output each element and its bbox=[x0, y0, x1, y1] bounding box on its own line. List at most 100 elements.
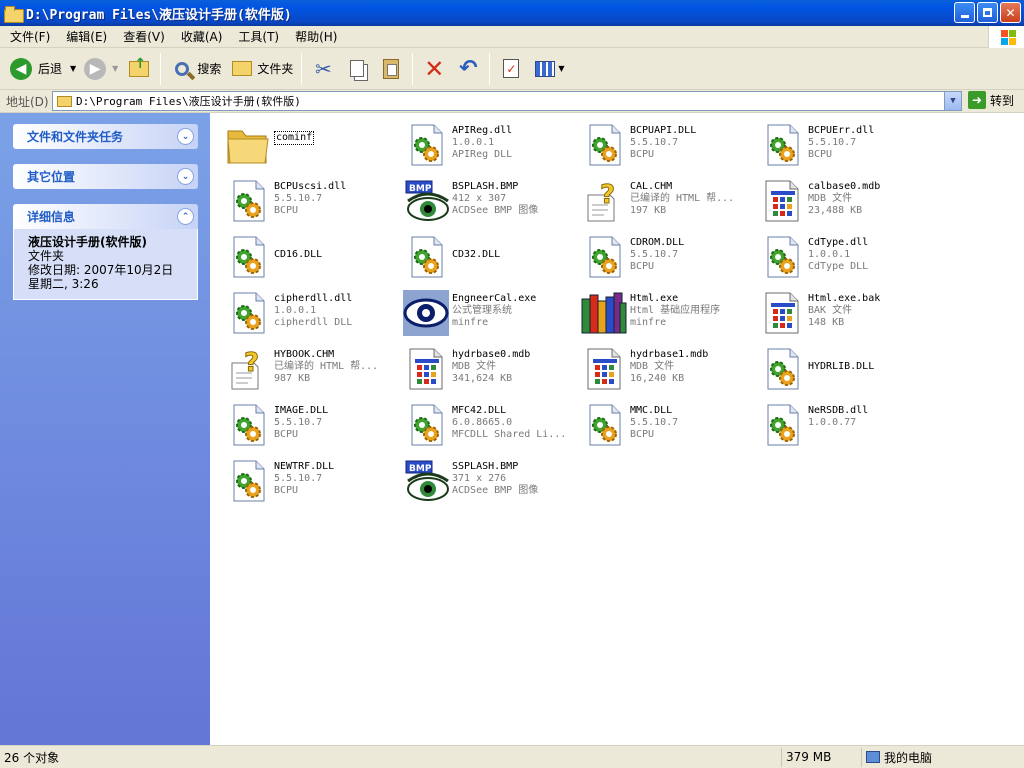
back-dropdown-icon: ▼ bbox=[70, 64, 77, 73]
file-item[interactable]: cominf bbox=[216, 117, 394, 173]
copy-button[interactable] bbox=[340, 51, 374, 87]
file-item-text: cipherdll.dll 1.0.0.1 cipherdll DLL bbox=[274, 293, 392, 329]
undo-icon: ↶ bbox=[459, 56, 478, 81]
file-name: cominf bbox=[274, 131, 315, 145]
file-name: BCPUErr.dll bbox=[808, 125, 875, 136]
file-item-text: CD16.DLL bbox=[274, 249, 392, 261]
file-item[interactable]: HYDRLIB.DLL bbox=[750, 341, 928, 397]
file-tasks-panel: 文件和文件夹任务 ⌄ bbox=[13, 124, 198, 149]
up-button[interactable]: ↑ bbox=[122, 51, 156, 87]
file-item[interactable]: MFC42.DLL 6.0.8665.0 MFCDLL Shared Li... bbox=[394, 397, 572, 453]
address-input[interactable]: D:\Program Files\液压设计手册(软件版) ▼ bbox=[52, 91, 962, 111]
file-item[interactable]: BCPUErr.dll 5.5.10.7 BCPU bbox=[750, 117, 928, 173]
views-icon bbox=[532, 56, 558, 82]
other-places-header[interactable]: 其它位置 ⌄ bbox=[13, 164, 198, 189]
file-detail-2: 341,624 KB bbox=[452, 373, 513, 384]
file-item[interactable]: calbase0.mdb MDB 文件 23,488 KB bbox=[750, 173, 928, 229]
file-item[interactable]: NEWTRF.DLL 5.5.10.7 BCPU bbox=[216, 453, 394, 509]
file-item[interactable]: EngneerCal.exe 公式管理系统 minfre bbox=[394, 285, 572, 341]
forward-dropdown-icon: ▼ bbox=[112, 64, 119, 73]
file-detail-2: BCPU bbox=[630, 429, 655, 440]
menu-file[interactable]: 文件(F) bbox=[2, 26, 58, 48]
file-item[interactable]: hydrbase0.mdb MDB 文件 341,624 KB bbox=[394, 341, 572, 397]
file-name: Html.exe bbox=[630, 293, 679, 304]
file-detail-1: 5.5.10.7 bbox=[630, 249, 679, 260]
file-item-text: BSPLASH.BMP 412 x 307 ACDSee BMP 图像 bbox=[452, 181, 570, 217]
delete-button[interactable]: ✕ bbox=[417, 51, 451, 87]
dll-icon bbox=[224, 233, 272, 281]
dll-icon bbox=[224, 177, 272, 225]
file-item[interactable]: CdType.dll 1.0.0.1 CdType DLL bbox=[750, 229, 928, 285]
dll-icon bbox=[224, 401, 272, 449]
file-item[interactable]: BMP BSPLASH.BMP 412 x 307 ACDSee BMP 图像 bbox=[394, 173, 572, 229]
properties-icon: ✓ bbox=[498, 56, 524, 82]
file-name: APIReg.dll bbox=[452, 125, 513, 136]
address-label: 地址(D) bbox=[6, 94, 49, 109]
menu-help[interactable]: 帮助(H) bbox=[287, 26, 345, 48]
chm-icon: ? bbox=[224, 345, 272, 393]
file-item[interactable]: Html.exe Html 基础应用程序 minfre bbox=[572, 285, 750, 341]
back-button[interactable]: ◀ 后退 ▼ bbox=[6, 51, 80, 87]
forward-button[interactable]: ▶ ▼ bbox=[80, 51, 122, 87]
file-item[interactable]: MMC.DLL 5.5.10.7 BCPU bbox=[572, 397, 750, 453]
file-item[interactable]: hydrbase1.mdb MDB 文件 16,240 KB bbox=[572, 341, 750, 397]
views-button[interactable]: ▼ bbox=[528, 51, 568, 87]
file-item-text: BCPUAPI.DLL 5.5.10.7 BCPU bbox=[630, 125, 748, 161]
dll-icon bbox=[758, 121, 806, 169]
file-item[interactable]: CD32.DLL bbox=[394, 229, 572, 285]
file-item-text: hydrbase1.mdb MDB 文件 16,240 KB bbox=[630, 349, 748, 385]
file-name: hydrbase1.mdb bbox=[630, 349, 709, 360]
dll-icon bbox=[402, 233, 450, 281]
file-item-text: MFC42.DLL 6.0.8665.0 MFCDLL Shared Li... bbox=[452, 405, 570, 441]
folders-button[interactable]: 文件夹 bbox=[225, 51, 297, 87]
search-button[interactable]: 搜索 bbox=[165, 51, 225, 87]
file-item[interactable]: BCPUscsi.dll 5.5.10.7 BCPU bbox=[216, 173, 394, 229]
file-item-text: EngneerCal.exe 公式管理系统 minfre bbox=[452, 293, 570, 329]
folder-up-icon: ↑ bbox=[126, 56, 152, 82]
status-bar: 26 个对象 379 MB 我的电脑 bbox=[0, 745, 1024, 768]
title-bar[interactable]: D:\Program Files\液压设计手册(软件版) ✕ bbox=[0, 0, 1024, 26]
collapse-chevron-icon[interactable]: ⌃ bbox=[177, 208, 194, 225]
details-header[interactable]: 详细信息 ⌃ bbox=[13, 204, 198, 229]
file-item[interactable]: CDROM.DLL 5.5.10.7 BCPU bbox=[572, 229, 750, 285]
file-name: BSPLASH.BMP bbox=[452, 181, 519, 192]
address-dropdown-button[interactable]: ▼ bbox=[944, 92, 961, 110]
close-button[interactable]: ✕ bbox=[1000, 2, 1021, 23]
dll-icon bbox=[580, 121, 628, 169]
scissors-icon: ✂ bbox=[314, 56, 332, 81]
file-item[interactable]: Html.exe.bak BAK 文件 148 KB bbox=[750, 285, 928, 341]
menu-favorites[interactable]: 收藏(A) bbox=[173, 26, 231, 48]
file-item[interactable]: BCPUAPI.DLL 5.5.10.7 BCPU bbox=[572, 117, 750, 173]
properties-button[interactable]: ✓ bbox=[494, 51, 528, 87]
menu-edit[interactable]: 编辑(E) bbox=[58, 26, 115, 48]
go-button[interactable]: ➜ 转到 bbox=[968, 91, 1014, 109]
undo-button[interactable]: ↶ bbox=[451, 51, 485, 87]
file-item[interactable]: NeRSDB.dll 1.0.0.77 bbox=[750, 397, 928, 453]
file-name: CD16.DLL bbox=[274, 249, 323, 260]
file-item[interactable]: IMAGE.DLL 5.5.10.7 BCPU bbox=[216, 397, 394, 453]
details-title: 详细信息 bbox=[27, 210, 76, 224]
restore-button[interactable] bbox=[977, 2, 998, 23]
file-detail-1: MDB 文件 bbox=[452, 361, 497, 372]
details-modified-time: 星期二, 3:26 bbox=[28, 277, 99, 291]
file-item[interactable]: CD16.DLL bbox=[216, 229, 394, 285]
minimize-button[interactable] bbox=[954, 2, 975, 23]
file-detail-2: BCPU bbox=[630, 149, 655, 160]
file-item[interactable]: APIReg.dll 1.0.0.1 APIReg DLL bbox=[394, 117, 572, 173]
dll-icon bbox=[402, 121, 450, 169]
file-item[interactable]: ? CAL.CHM 已编译的 HTML 帮... 197 KB bbox=[572, 173, 750, 229]
paste-button[interactable] bbox=[374, 51, 408, 87]
file-name: HYBOOK.CHM bbox=[274, 349, 335, 360]
cut-button[interactable]: ✂ bbox=[306, 51, 340, 87]
folder-icon bbox=[4, 5, 24, 23]
expand-chevron-icon[interactable]: ⌄ bbox=[177, 168, 194, 185]
expand-chevron-icon[interactable]: ⌄ bbox=[177, 128, 194, 145]
menu-view[interactable]: 查看(V) bbox=[115, 26, 173, 48]
file-tasks-header[interactable]: 文件和文件夹任务 ⌄ bbox=[13, 124, 198, 149]
file-item[interactable]: cipherdll.dll 1.0.0.1 cipherdll DLL bbox=[216, 285, 394, 341]
folders-icon bbox=[229, 56, 255, 82]
file-item[interactable]: BMP SSPLASH.BMP 371 x 276 ACDSee BMP 图像 bbox=[394, 453, 572, 509]
toolbar: ◀ 后退 ▼ ▶ ▼ ↑ 搜索 文件夹 ✂ ✕ ↶ ✓ ▼ bbox=[0, 48, 1024, 90]
menu-tools[interactable]: 工具(T) bbox=[230, 26, 287, 48]
file-item[interactable]: ? HYBOOK.CHM 已编译的 HTML 帮... 987 KB bbox=[216, 341, 394, 397]
